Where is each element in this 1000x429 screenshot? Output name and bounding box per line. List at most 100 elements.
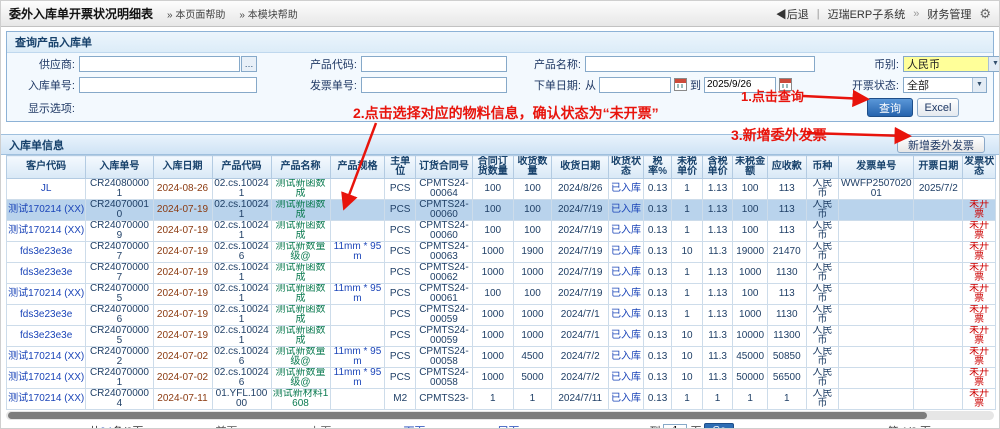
new-outsourcing-invoice-button[interactable]: 新增委外发票	[897, 136, 985, 153]
cell-invoice-status	[963, 179, 996, 200]
table-row[interactable]: fds3e23e3eCR2407000072024-07-1902.cs.100…	[7, 242, 996, 263]
table-row[interactable]: 测试170214 (XX)CR2407000042024-07-1101.YFL…	[7, 389, 996, 410]
divider: |	[817, 8, 820, 20]
table-header-row: 客户代码入库单号入库日期产品代码产品名称产品规格主单位订货合同号合同订货数量收货…	[7, 156, 996, 179]
go-button[interactable]: Go	[704, 423, 733, 429]
horizontal-scrollbar-track[interactable]	[6, 411, 994, 420]
prev-page-link[interactable]: 上页	[309, 423, 331, 429]
supplier-input[interactable]	[79, 56, 240, 72]
cell-amount-excl-tax: 100	[733, 179, 768, 200]
cell-contract-no: CPMTS24-00059	[415, 326, 472, 347]
table-row[interactable]: fds3e23e3eCR2407000052024-07-1902.cs.100…	[7, 326, 996, 347]
breadcrumb-module[interactable]: 财务管理	[927, 6, 971, 22]
cell-customer-code: 测试170214 (XX)	[7, 389, 86, 410]
cell-product-spec: 11mm * 95m	[330, 284, 385, 305]
cell-amount-receivable: 1130	[767, 305, 806, 326]
cell-unit: PCS	[385, 368, 416, 389]
table-row[interactable]: 测试170214 (XX)CR2407000022024-07-0202.cs.…	[7, 347, 996, 368]
page-help-link[interactable]: » 本页面帮助	[167, 6, 225, 21]
date-from-label: 从	[585, 77, 596, 93]
module-help-link[interactable]: » 本模块帮助	[239, 6, 297, 21]
product-name-input[interactable]	[585, 56, 815, 72]
cell-price-incl-tax: 11.3	[702, 347, 733, 368]
table-row[interactable]: JLCR2408000012024-08-2602.cs.100241测试新函数…	[7, 179, 996, 200]
currency-select[interactable]: 人民币 ▼	[903, 56, 1000, 72]
cell-invoice-status: 未开票	[963, 326, 996, 347]
currency-label: 币别:	[819, 56, 899, 72]
product-code-input[interactable]	[361, 56, 507, 72]
cell-contract-qty: 1000	[472, 326, 513, 347]
chevron-down-icon: ▼	[988, 57, 1000, 71]
cell-product-spec	[330, 179, 385, 200]
cell-product-code: 02.cs.100241	[212, 179, 271, 200]
cell-contract-no: CPMTS24-00061	[415, 284, 472, 305]
cell-product-name: 测试新数量级@	[271, 347, 330, 368]
cell-price-excl-tax: 10	[672, 326, 703, 347]
cell-receive-status: 已入库	[609, 347, 644, 368]
cell-inbound-date: 2024-07-02	[153, 347, 212, 368]
back-button[interactable]: ◀后退	[776, 6, 809, 22]
supplier-label: 供应商:	[13, 56, 75, 72]
col-tax-rate: 税率%	[643, 156, 671, 179]
cell-product-name: 测试新数量级@	[271, 368, 330, 389]
cell-contract-no: CPMTS24-00064	[415, 179, 472, 200]
cell-invoice-no	[839, 389, 914, 410]
col-inbound-date: 入库日期	[153, 156, 212, 179]
invoice-status-select[interactable]: 全部 ▼	[903, 77, 987, 93]
cell-product-code: 02.cs.100241	[212, 326, 271, 347]
display-option-label: 显示选项:	[13, 100, 75, 116]
last-page-link[interactable]: 尾页	[497, 423, 519, 429]
col-inbound-no: 入库单号	[86, 156, 153, 179]
calendar-icon[interactable]	[779, 78, 792, 91]
table-row[interactable]: fds3e23e3eCR2407000062024-07-1902.cs.100…	[7, 305, 996, 326]
inbound-no-input[interactable]	[79, 77, 257, 93]
cell-currency: 人民币	[806, 326, 839, 347]
record-count: 共94条/2页	[89, 423, 143, 429]
cell-product-spec: 11mm * 95m	[330, 368, 385, 389]
invoice-no-input[interactable]	[361, 77, 507, 93]
cell-contract-no: CPMTS24-00058	[415, 347, 472, 368]
excel-export-button[interactable]: Excel	[917, 98, 959, 117]
cell-invoice-no	[839, 242, 914, 263]
cell-price-excl-tax: 1	[672, 389, 703, 410]
calendar-icon[interactable]	[674, 78, 687, 91]
cell-received-qty: 1000	[513, 326, 552, 347]
horizontal-scrollbar-thumb[interactable]	[8, 412, 927, 419]
table-row[interactable]: 测试170214 (XX)CR2407000102024-07-1902.cs.…	[7, 200, 996, 221]
cell-product-code: 02.cs.100241	[212, 200, 271, 221]
date-to-input[interactable]	[704, 77, 776, 93]
cell-tax-rate: 0.13	[643, 200, 671, 221]
order-date-label: 下单日期:	[511, 77, 581, 93]
cell-price-excl-tax: 1	[672, 263, 703, 284]
col-amount-receivable: 应收款	[767, 156, 806, 179]
product-code-label: 产品代码:	[261, 56, 357, 72]
table-row[interactable]: 测试170214 (XX)CR2407000012024-07-0202.cs.…	[7, 368, 996, 389]
table-row[interactable]: fds3e23e3eCR2407000072024-07-1902.cs.100…	[7, 263, 996, 284]
gear-icon[interactable]: ⚙	[979, 6, 991, 22]
cell-amount-excl-tax: 19000	[733, 242, 768, 263]
cell-inbound-date: 2024-07-19	[153, 326, 212, 347]
first-page-link[interactable]: 首页	[215, 423, 237, 429]
inbound-no-label: 入库单号:	[13, 77, 75, 93]
next-page-link[interactable]: 下页	[403, 423, 425, 429]
cell-contract-no: CPMTS24-00063	[415, 242, 472, 263]
page-number-input[interactable]	[663, 424, 687, 429]
grid-section-title: 入库单信息	[9, 137, 64, 153]
cell-invoice-status: 未开票	[963, 389, 996, 410]
table-row[interactable]: 测试170214 (XX)CR2407000092024-07-1902.cs.…	[7, 221, 996, 242]
cell-contract-no: CPMTS24-00058	[415, 368, 472, 389]
cell-receive-status: 已入库	[609, 263, 644, 284]
cell-invoice-no	[839, 221, 914, 242]
breadcrumb-system[interactable]: 迈瑞ERP子系统	[828, 6, 906, 22]
search-button[interactable]: 查询	[867, 98, 913, 117]
cell-amount-excl-tax: 1	[733, 389, 768, 410]
cell-price-incl-tax: 11.3	[702, 368, 733, 389]
table-row[interactable]: 测试170214 (XX)CR2407000052024-07-1902.cs.…	[7, 284, 996, 305]
cell-amount-receivable: 1	[767, 389, 806, 410]
cell-product-spec: 11mm * 95m	[330, 242, 385, 263]
date-from-input[interactable]	[599, 77, 671, 93]
cell-inbound-no: CR240700004	[86, 389, 153, 410]
cell-price-excl-tax: 1	[672, 200, 703, 221]
cell-customer-code: 测试170214 (XX)	[7, 347, 86, 368]
supplier-lookup-icon[interactable]: …	[241, 56, 257, 72]
